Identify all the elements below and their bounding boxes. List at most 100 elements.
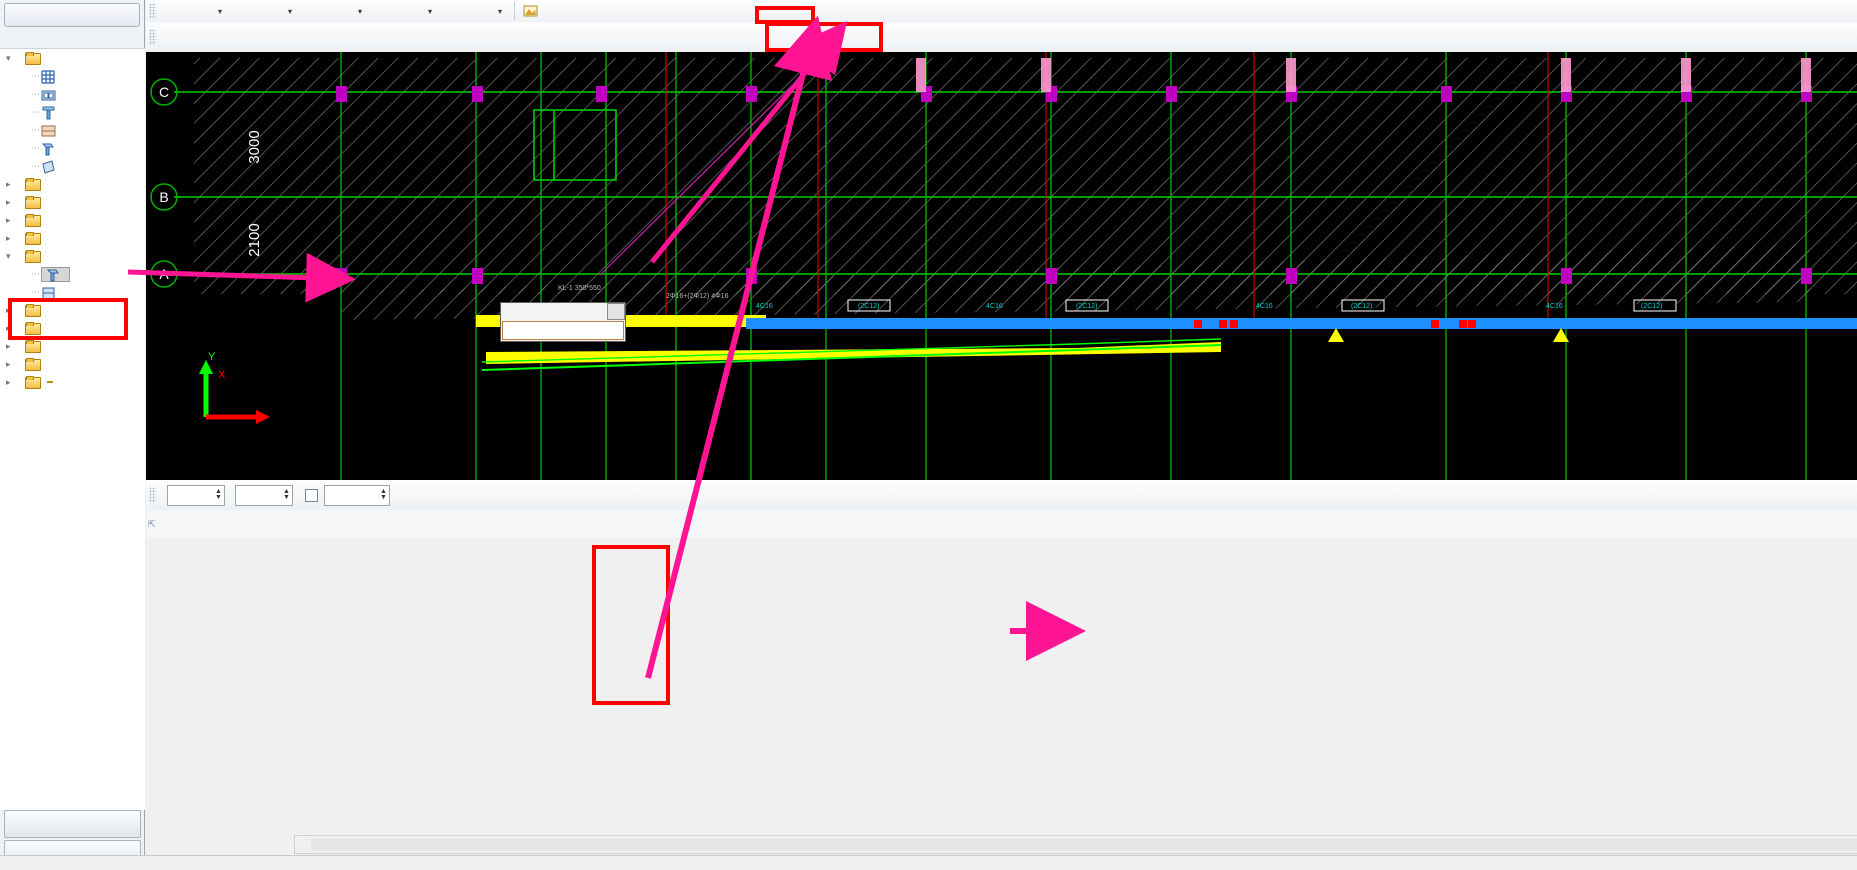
tree-item-框柱z[interactable]: ⋯ [0,103,145,121]
folder-icon [25,322,41,335]
expander-icon[interactable]: ▾ [6,251,15,262]
tree-item-body[interactable] [41,106,60,119]
tree-item-body[interactable] [25,214,43,227]
tree-item-板[interactable]: ▸ [0,301,145,319]
svg-text:X: X [218,369,226,381]
dialog-title-bar [501,303,625,320]
tree-guide: ⋯ [31,124,41,135]
tree-item-基础[interactable]: ▸ [0,319,145,337]
tree-item-body[interactable] [41,286,60,299]
tree-item-自定义[interactable]: ▸ [0,355,145,373]
tree-item-圈梁i[interactable]: ⋯ [0,283,145,301]
chevron-down-icon[interactable]: ▾ [213,7,227,16]
y-input[interactable]: ▲ ▼ [235,484,293,506]
tree-item-body[interactable] [25,52,43,65]
tree-item-body[interactable] [25,250,43,263]
tree-item-轴线[interactable]: ▸ [0,175,145,193]
svg-text:KL-1 350*550: KL-1 350*550 [558,285,601,292]
span-data-toolbar: ⇱ [146,510,1857,539]
x-spinner[interactable]: ▲ ▼ [213,488,224,501]
drawing-canvas[interactable]: 4C16 (2C12) 4C16 (2C12) 4C16 (2C12) 4C16 (2C… [146,52,1857,480]
rotate-spinner[interactable]: ▲ ▼ [378,488,389,501]
tree-item-body[interactable] [41,159,60,174]
tree-item-柱[interactable]: ▸ [0,193,145,211]
combo-0[interactable]: ▾ [159,2,227,20]
scroll-track[interactable] [311,838,1857,851]
folder-icon [25,340,41,353]
snapbar-grip[interactable] [149,487,156,503]
y-spinner[interactable]: ▲ ▼ [281,488,292,501]
toolbar-grip-2[interactable] [149,29,156,45]
tree-item-墙[interactable]: ▸ [0,211,145,229]
beam-icon [41,142,57,155]
expander-icon[interactable]: ▸ [6,179,15,190]
tree-item-body[interactable] [25,232,43,245]
single-component-input-button[interactable] [4,810,141,838]
tree-item-筏板基础m[interactable]: ⋯ [0,85,145,103]
tree-item-body[interactable] [41,88,60,101]
in-situ-label-dialog[interactable] [500,302,626,342]
tree-item-body[interactable] [41,142,60,155]
svg-text:4C16: 4C16 [1546,303,1563,310]
new-badge [47,381,53,383]
tree-item-梁l[interactable]: ⋯ [0,139,145,157]
combo-2[interactable]: ▾ [299,2,367,20]
tree-item-body[interactable] [25,178,43,191]
tree-item-body[interactable] [41,69,60,84]
expander-icon[interactable]: ▸ [6,323,15,334]
combo-4[interactable]: ▾ [439,2,507,20]
close-icon[interactable] [607,303,625,320]
tree-item-body[interactable] [25,376,43,389]
folder-icon [25,214,41,227]
tree-guide: ⋯ [31,70,41,81]
tree-item-其它[interactable]: ▸ [0,337,145,355]
svg-text:C: C [159,84,169,100]
chevron-down-icon[interactable]: ▾ [353,7,367,16]
expander-icon[interactable]: ▸ [6,305,15,316]
tree-item-body[interactable] [25,358,43,371]
tree-item-cad识别[interactable]: ▸ [0,373,145,391]
tree-item-body[interactable] [25,322,43,335]
tree-item-剪力墙q[interactable]: ⋯ [0,121,145,139]
x-input[interactable]: ▲ ▼ [167,484,225,506]
top-toolbar: ▾ ▾ ▾ ▾ ▾ [146,0,1857,23]
horizontal-scrollbar[interactable] [294,835,1857,854]
status-bar [0,855,1857,870]
expander-icon[interactable]: ▸ [6,377,15,388]
svg-text:Y: Y [208,351,216,363]
expander-icon[interactable]: ▸ [6,215,15,226]
chevron-down-icon[interactable]: ▾ [283,7,297,16]
tree-item-现浇板b[interactable]: ⋯ [0,157,145,175]
expander-icon[interactable]: ▾ [6,53,15,64]
svg-text:(2C12): (2C12) [1351,303,1372,310]
tree-item-body[interactable] [41,124,60,137]
tree-item-门窗洞[interactable]: ▸ [0,229,145,247]
tree-item-梁l[interactable]: ⋯ [0,265,145,283]
tree-item-常用构件类型[interactable]: ▾ [0,49,145,67]
properties-icon [523,4,538,18]
expander-icon[interactable]: ▸ [6,359,15,370]
span-data-grid[interactable] [146,538,1857,870]
expander-icon[interactable]: ▸ [6,197,15,208]
toolbar-grip[interactable] [149,3,156,19]
combo-3[interactable]: ▾ [369,2,437,20]
tree-item-body[interactable] [41,266,70,282]
expander-icon[interactable]: ▸ [6,233,15,244]
tree-item-轴网j[interactable]: ⋯ [0,67,145,85]
tree-item-梁[interactable]: ▾ [0,247,145,265]
tree-item-body[interactable] [25,196,43,209]
expander-icon[interactable]: ▸ [6,341,15,352]
tree-item-body[interactable] [25,304,43,317]
rotate-checkbox[interactable] [305,488,318,502]
tree-item-body[interactable] [25,340,43,353]
rotate-input[interactable]: ▲ ▼ [324,484,390,506]
chevron-down-icon[interactable]: ▾ [423,7,437,16]
svg-text:2Φ16+(2Φ12) 4Φ16: 2Φ16+(2Φ12) 4Φ16 [666,293,729,300]
chevron-down-icon[interactable]: ▾ [493,7,507,16]
left-sidebar: ▾ ⋯ ⋯ ⋯ ⋯ ⋯ ⋯ ▸ ▸ ▸ ▸ ▾ ⋯ ⋯ ▸ ▸ ▸ ▸ ▸ [0,0,145,870]
rebar-input[interactable] [502,321,624,340]
drawing-svg: 4C16 (2C12) 4C16 (2C12) 4C16 (2C12) 4C16 (2C… [150,52,1857,480]
tree-guide: ⋯ [31,142,41,153]
tool-properties[interactable] [520,0,544,22]
combo-1[interactable]: ▾ [229,2,297,20]
